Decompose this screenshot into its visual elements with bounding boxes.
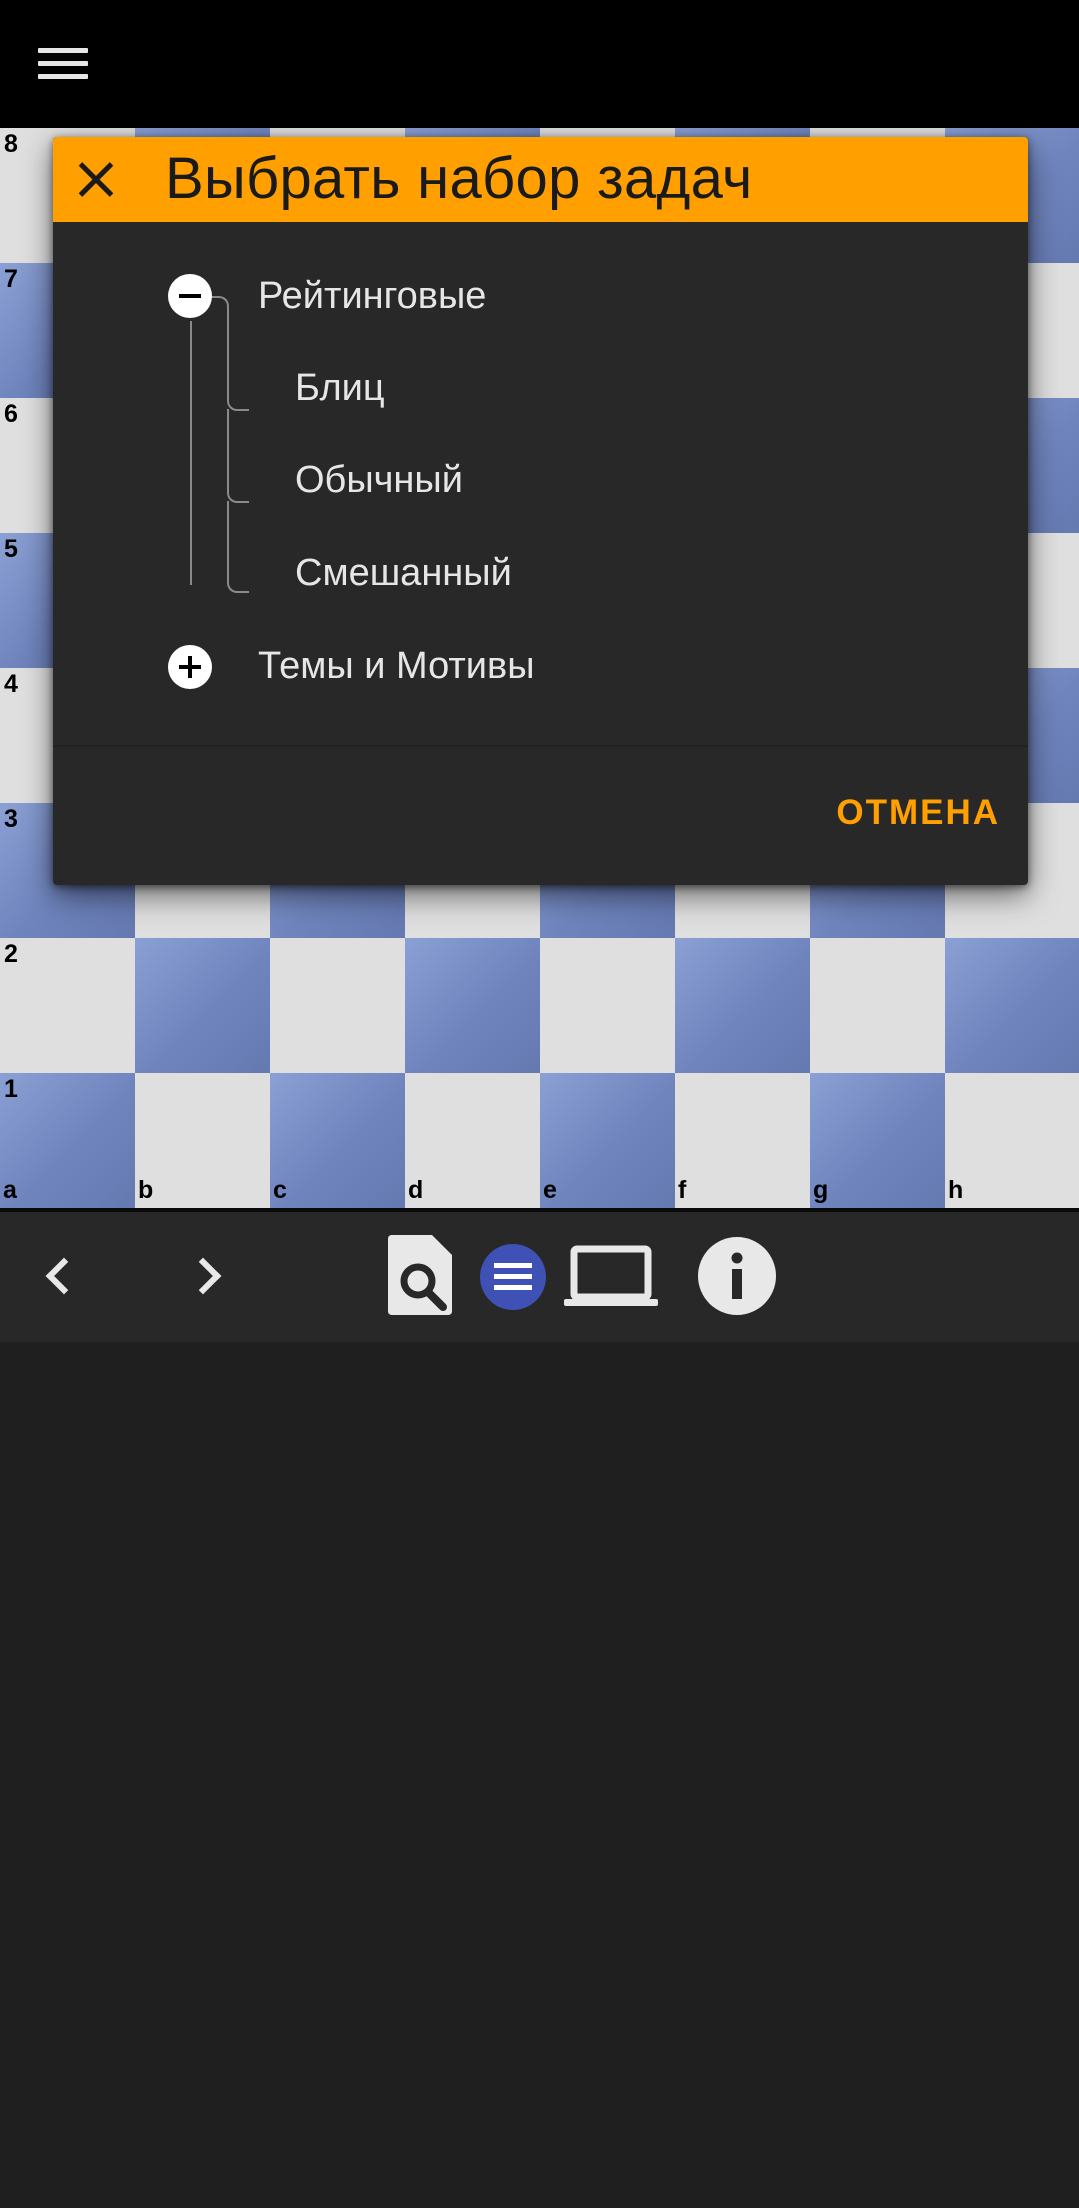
dialog-header: Выбрать набор задач xyxy=(53,137,1028,222)
file-search-icon[interactable] xyxy=(386,1235,454,1317)
board-square-g2[interactable] xyxy=(810,938,945,1073)
cancel-button[interactable]: ОТМЕНА xyxy=(836,793,1000,833)
dialog-title: Выбрать набор задач xyxy=(165,146,753,211)
board-square-h1[interactable] xyxy=(945,1073,1079,1208)
tree-connector xyxy=(227,501,249,593)
rank-label: 6 xyxy=(4,400,18,428)
file-label: h xyxy=(948,1176,964,1204)
expand-plus-icon[interactable] xyxy=(168,645,212,689)
tree-node-normal[interactable]: Обычный xyxy=(295,459,463,502)
file-label: d xyxy=(408,1176,424,1204)
board-square-b2[interactable] xyxy=(135,938,270,1073)
tree-connector xyxy=(227,320,249,411)
chevron-right-icon[interactable] xyxy=(184,1257,222,1295)
tree-node-blitz[interactable]: Блиц xyxy=(295,367,385,410)
board-square-a1[interactable] xyxy=(0,1073,135,1208)
file-label: c xyxy=(273,1176,287,1204)
file-label: e xyxy=(543,1176,557,1204)
select-puzzle-set-dialog: Выбрать набор задач Рейтинговые Блиц Обы… xyxy=(53,137,1028,885)
dialog-divider xyxy=(53,745,1028,747)
board-square-a2[interactable] xyxy=(0,938,135,1073)
top-app-bar xyxy=(0,0,1079,128)
rank-label: 1 xyxy=(4,1075,18,1103)
board-square-c1[interactable] xyxy=(270,1073,405,1208)
board-square-d2[interactable] xyxy=(405,938,540,1073)
file-label: f xyxy=(678,1176,687,1204)
rank-label: 8 xyxy=(4,130,18,158)
hamburger-menu-icon[interactable] xyxy=(38,44,88,84)
rank-label: 7 xyxy=(4,265,18,293)
puzzle-set-tree: Рейтинговые Блиц Обычный Смешанный Темы … xyxy=(53,222,1028,882)
tree-connector xyxy=(190,321,192,585)
collapse-minus-icon[interactable] xyxy=(168,274,212,318)
board-square-g1[interactable] xyxy=(810,1073,945,1208)
rank-label: 4 xyxy=(4,670,18,698)
rank-label: 3 xyxy=(4,805,18,833)
bottom-toolbar xyxy=(0,1212,1079,1342)
info-icon[interactable] xyxy=(697,1236,777,1316)
rank-label: 5 xyxy=(4,535,18,563)
board-square-d1[interactable] xyxy=(405,1073,540,1208)
rank-label: 2 xyxy=(4,940,18,968)
file-label: a xyxy=(3,1176,17,1204)
laptop-icon[interactable] xyxy=(562,1245,660,1309)
board-square-b1[interactable] xyxy=(135,1073,270,1208)
tree-node-mixed[interactable]: Смешанный xyxy=(295,552,512,595)
app-root: 8 7 6 5 4 3 2 1 a b c d e f g h Выбрать набор задач Рей… xyxy=(0,0,1079,2208)
board-square-c2[interactable] xyxy=(270,938,405,1073)
board-square-e2[interactable] xyxy=(540,938,675,1073)
board-square-f2[interactable] xyxy=(675,938,810,1073)
close-icon[interactable] xyxy=(69,153,123,207)
chevron-left-icon[interactable] xyxy=(45,1257,83,1295)
board-square-e1[interactable] xyxy=(540,1073,675,1208)
tree-connector xyxy=(227,409,249,503)
tree-node-themes[interactable]: Темы и Мотивы xyxy=(258,645,535,688)
board-square-f1[interactable] xyxy=(675,1073,810,1208)
board-square-h2[interactable] xyxy=(945,938,1079,1073)
tree-node-rated[interactable]: Рейтинговые xyxy=(258,275,486,318)
file-label: g xyxy=(813,1176,829,1204)
file-label: b xyxy=(138,1176,154,1204)
list-icon[interactable] xyxy=(480,1244,546,1310)
